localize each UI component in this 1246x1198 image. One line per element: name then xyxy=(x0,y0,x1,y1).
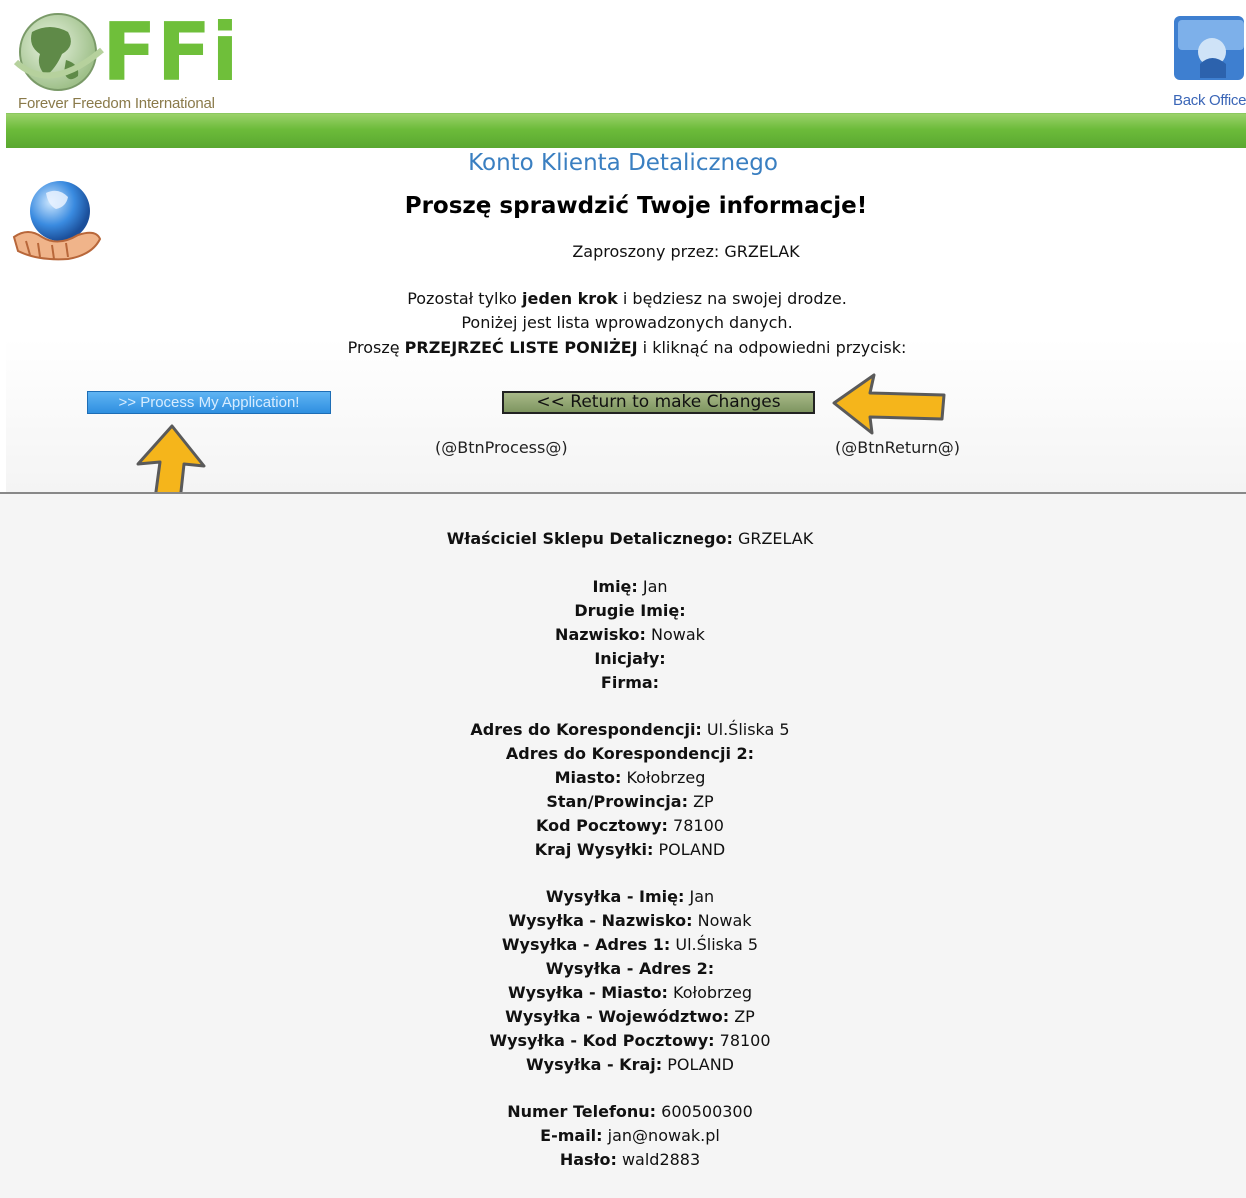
logo-letters: FFi xyxy=(102,10,239,99)
detail-row: Wysyłka - Adres 2: xyxy=(545,959,715,978)
detail-row: Wysyłka - Kraj: POLAND xyxy=(525,1055,734,1074)
detail-row: Nazwisko: Nowak xyxy=(555,625,705,644)
detail-row: Numer Telefonu: 600500300 xyxy=(507,1102,753,1121)
instruction-line-3: Proszę PRZEJRZEĆ LISTE PONIŻEJ i kliknąć… xyxy=(347,338,907,357)
globe-logo-icon: FFi xyxy=(13,6,239,99)
process-application-button[interactable]: >> Process My Application! xyxy=(87,391,331,414)
detail-row: Właściciel Sklepu Detalicznego: GRZELAK xyxy=(446,529,814,548)
back-office-icon xyxy=(1174,16,1244,80)
btn-process-placeholder: (@BtnProcess@) xyxy=(435,438,568,457)
detail-row: Kod Pocztowy: 78100 xyxy=(536,816,724,835)
green-header-bar xyxy=(6,113,1246,148)
detail-row: Drugie Imię: xyxy=(574,601,686,620)
instruction-line-1: Pozostał tylko jeden krok i będziesz na … xyxy=(407,289,847,308)
detail-row: Wysyłka - Imię: Jan xyxy=(545,887,715,906)
detail-row: Wysyłka - Województwo: ZP xyxy=(505,1007,755,1026)
btn-return-placeholder: (@BtnReturn@) xyxy=(835,438,960,457)
arrow-left-icon xyxy=(832,373,946,435)
return-to-changes-button[interactable]: << Return to make Changes xyxy=(502,391,815,414)
detail-row: E-mail: jan@nowak.pl xyxy=(540,1126,720,1145)
detail-row: Adres do Korespondencji: Ul.Śliska 5 xyxy=(470,720,790,739)
detail-row: Inicjały: xyxy=(594,649,666,668)
back-office-label: Back Office xyxy=(1173,92,1246,109)
logo-text: Forever Freedom International xyxy=(18,95,215,112)
detail-row: Wysyłka - Adres 1: Ul.Śliska 5 xyxy=(501,935,759,954)
detail-row: Wysyłka - Kod Pocztowy: 78100 xyxy=(489,1031,771,1050)
page-title: Konto Klienta Detalicznego xyxy=(468,150,778,176)
detail-row: Wysyłka - Miasto: Kołobrzeg xyxy=(508,983,752,1002)
detail-row: Hasło: wald2883 xyxy=(559,1150,701,1169)
detail-row: Imię: Jan xyxy=(592,577,668,596)
back-office-link[interactable]: Back Office xyxy=(1168,12,1246,112)
detail-row: Miasto: Kołobrzeg xyxy=(554,768,706,787)
detail-row: Wysyłka - Nazwisko: Nowak xyxy=(508,911,752,930)
instruction-line-2: Poniżej jest lista wprowadzonych danych. xyxy=(461,313,793,332)
detail-row: Adres do Korespondencji 2: xyxy=(505,744,755,763)
check-info-heading: Proszę sprawdzić Twoje informacje! xyxy=(404,193,868,219)
detail-row: Kraj Wysyłki: POLAND xyxy=(534,840,726,859)
detail-row: Stan/Prowincja: ZP xyxy=(546,792,714,811)
ffi-logo[interactable]: FFi Forever Freedom International xyxy=(10,6,250,116)
detail-row: Firma: xyxy=(600,673,660,692)
invited-by-text: Zaproszony przez: GRZELAK xyxy=(572,242,800,261)
